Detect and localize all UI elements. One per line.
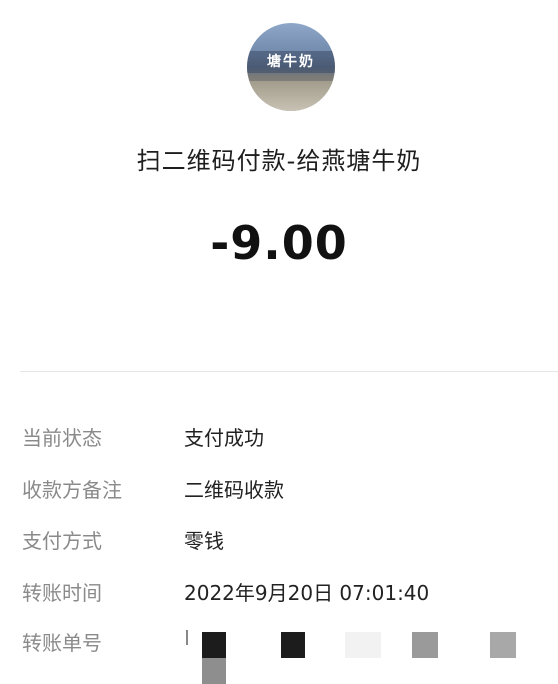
merchant-title: 扫二维码付款-给燕塘牛奶: [136, 147, 422, 175]
detail-row-payee-note: 收款方备注 二维码收款: [0, 470, 558, 510]
transfer-time-label: 转账时间: [22, 581, 102, 605]
transfer-number-partial-char: [186, 630, 188, 645]
transfer-time-value[interactable]: 2022年9月20日 07:01:40: [184, 573, 429, 613]
divider: [20, 371, 558, 372]
transfer-number-redaction-block: [281, 632, 305, 658]
status-value: 支付成功: [184, 426, 264, 450]
transfer-number-redaction-block: [202, 632, 226, 658]
payment-method-label: 支付方式: [22, 529, 102, 553]
transfer-number-redaction-block: [345, 632, 381, 658]
payment-detail-page: 塘牛奶 扫二维码付款-给燕塘牛奶 -9.00 当前状态 支付成功 收款方备注 二…: [0, 0, 558, 684]
transfer-number-label: 转账单号: [22, 631, 102, 655]
detail-row-transfer-number: 转账单号: [0, 623, 558, 663]
payee-note-label: 收款方备注: [22, 478, 122, 502]
merchant-avatar: 塘牛奶: [247, 23, 335, 111]
transfer-number-redaction-block: [412, 632, 438, 658]
transfer-number-redaction-block: [202, 658, 226, 684]
merchant-avatar-ground: [247, 81, 335, 111]
payee-note-value: 二维码收款: [184, 478, 284, 502]
detail-row-payment-method: 支付方式 零钱: [0, 521, 558, 561]
detail-row-transfer-time: 转账时间 2022年9月20日 07:01:40: [0, 573, 558, 613]
status-label: 当前状态: [22, 426, 102, 450]
transfer-number-redaction-block: [490, 632, 516, 658]
payment-amount: -9.00: [210, 216, 348, 270]
payment-method-value: 零钱: [184, 529, 224, 553]
detail-row-status: 当前状态 支付成功: [0, 418, 558, 458]
merchant-avatar-sign-text: 塘牛奶: [247, 51, 335, 73]
